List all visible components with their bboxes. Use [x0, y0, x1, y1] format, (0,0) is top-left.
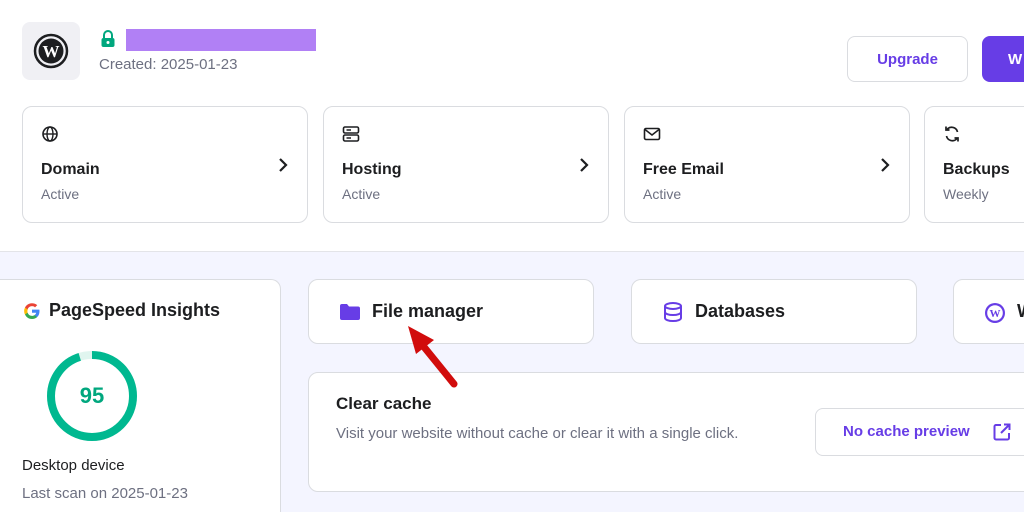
- wordpress-logo: W: [22, 22, 80, 80]
- card-title: Domain: [41, 161, 100, 178]
- chevron-right-icon: [580, 158, 589, 172]
- device-label: Desktop device: [22, 457, 125, 474]
- no-cache-preview-label[interactable]: No cache preview: [843, 423, 970, 440]
- wordpress-tool-card[interactable]: W W: [953, 279, 1024, 344]
- server-icon: [342, 126, 360, 142]
- wordpress-icon: W: [985, 303, 1005, 323]
- card-status: Weekly: [943, 186, 989, 202]
- external-link-icon[interactable]: [992, 422, 1012, 442]
- last-scan-date: Last scan on 2025-01-23: [22, 485, 188, 502]
- svg-text:W: W: [990, 308, 1001, 320]
- tool-label: W: [1017, 301, 1024, 322]
- wordpress-icon: W: [33, 33, 69, 69]
- card-status: Active: [342, 186, 381, 202]
- svg-text:W: W: [43, 42, 60, 61]
- card-status: Active: [643, 186, 682, 202]
- folder-icon: [340, 304, 360, 320]
- chevron-right-icon: [279, 158, 288, 172]
- created-date: Created: 2025-01-23: [99, 56, 238, 73]
- mail-icon: [643, 127, 661, 141]
- globe-icon: [42, 126, 58, 142]
- card-status: Active: [41, 186, 80, 202]
- google-icon: [24, 303, 40, 319]
- free-email-card[interactable]: Free Email Active: [624, 106, 910, 223]
- pagespeed-title: PageSpeed Insights: [49, 300, 221, 320]
- annotation-arrow: [408, 326, 458, 388]
- upgrade-button[interactable]: Upgrade: [847, 36, 968, 82]
- card-title: Backups: [943, 161, 1010, 178]
- domain-card[interactable]: Domain Active: [22, 106, 308, 223]
- card-title: Free Email: [643, 161, 724, 178]
- clear-cache-description: Visit your website without cache or clea…: [336, 425, 739, 442]
- tool-label: Databases: [695, 301, 786, 321]
- clear-cache-title: Clear cache: [336, 394, 432, 413]
- redacted-site-name: [126, 29, 316, 51]
- databases-card[interactable]: Databases: [631, 279, 917, 344]
- primary-action-button[interactable]: W: [982, 36, 1024, 82]
- lock-icon: [101, 30, 115, 47]
- backups-card[interactable]: Backups Weekly: [924, 106, 1024, 223]
- chevron-right-icon: [881, 158, 890, 172]
- hosting-card[interactable]: Hosting Active: [323, 106, 609, 223]
- card-title: Hosting: [342, 161, 402, 178]
- pagespeed-score: 95: [79, 383, 105, 408]
- database-icon: [664, 302, 682, 322]
- refresh-icon: [945, 126, 959, 142]
